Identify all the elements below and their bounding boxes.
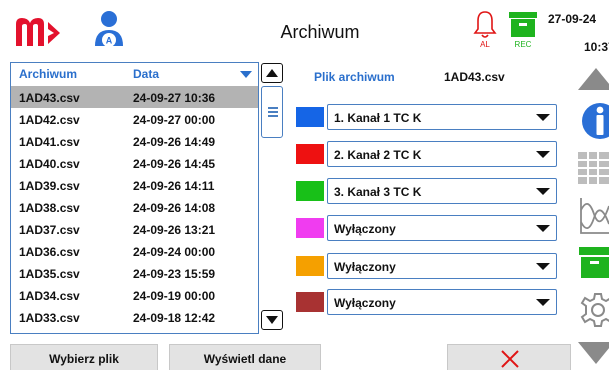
file-name: 1AD38.csv	[19, 201, 80, 215]
file-date: 24-09-27 00:00	[133, 113, 216, 127]
show-data-button[interactable]: Wyświetl dane	[169, 344, 321, 370]
file-name: 1AD43.csv	[19, 91, 80, 105]
page-title: Archiwum	[280, 22, 360, 42]
file-row[interactable]: 1AD37.csv 24-09-26 13:21	[11, 218, 258, 240]
file-date: 24-09-26 13:21	[133, 223, 216, 237]
archive-file-label: Plik archiwum	[314, 70, 395, 84]
scroll-down-icon[interactable]	[578, 342, 609, 364]
file-name: 1AD40.csv	[19, 157, 80, 171]
channel-color-swatch	[296, 292, 324, 312]
channel-select-value: 3. Kanał 3 TC K	[334, 185, 422, 199]
file-date: 24-09-26 14:49	[133, 135, 216, 149]
file-name: 1AD39.csv	[19, 179, 80, 193]
file-name: 1AD35.csv	[19, 267, 80, 281]
scroll-up-button[interactable]	[261, 63, 283, 83]
chevron-down-icon	[536, 299, 550, 306]
scroll-up-icon[interactable]	[578, 68, 609, 90]
channel-color-swatch	[296, 107, 324, 127]
file-name: 1AD36.csv	[19, 245, 80, 259]
file-date: 24-09-26 14:11	[133, 179, 215, 193]
chevron-down-icon	[536, 263, 550, 270]
file-name: 1AD34.csv	[19, 289, 80, 303]
file-date: 24-09-27 10:36	[133, 91, 216, 105]
file-date: 24-09-26 14:08	[133, 201, 216, 215]
channel-select-3[interactable]: 3. Kanał 3 TC K	[327, 178, 557, 204]
chevron-down-icon	[536, 151, 550, 158]
scroll-thumb[interactable]	[261, 86, 283, 138]
file-row[interactable]: 1AD43.csv 24-09-27 10:36	[11, 86, 258, 108]
channel-color-swatch	[296, 181, 324, 201]
channel-select-4[interactable]: Wyłączony	[327, 215, 557, 241]
file-list-scrollbar[interactable]	[260, 62, 284, 334]
file-name: 1AD42.csv	[19, 113, 80, 127]
chevron-down-icon	[536, 188, 550, 195]
file-row[interactable]: 1AD42.csv 24-09-27 00:00	[11, 108, 258, 130]
file-date: 24-09-18 12:42	[133, 311, 216, 325]
settings-icon[interactable]	[578, 290, 609, 330]
file-row[interactable]: 1AD35.csv 24-09-23 15:59	[11, 262, 258, 284]
channel-color-swatch	[296, 144, 324, 164]
arrow-down-icon	[266, 316, 278, 324]
select-file-button[interactable]: Wybierz plik	[10, 344, 158, 370]
brand-logo[interactable]	[14, 14, 62, 48]
file-row[interactable]: 1AD36.csv 24-09-24 00:00	[11, 240, 258, 262]
channel-select-value: 2. Kanał 2 TC K	[334, 148, 422, 162]
file-row[interactable]: 1AD39.csv 24-09-26 14:11	[11, 174, 258, 196]
table-icon[interactable]	[578, 150, 609, 186]
channel-select-value: Wyłączony	[334, 260, 396, 274]
file-name: 1AD37.csv	[19, 223, 80, 237]
channel-select-value: Wyłączony	[334, 296, 396, 310]
archive-icon[interactable]	[578, 244, 609, 280]
rec-label: REC	[514, 40, 532, 49]
header-bar: A Archiwum AL REC 27-09-24 10:37	[0, 0, 609, 58]
bell-icon	[473, 11, 497, 38]
date-readout: 27-09-24	[548, 12, 597, 26]
file-date: 24-09-26 14:45	[133, 157, 216, 171]
alarm-label: AL	[480, 40, 490, 49]
channel-color-swatch	[296, 256, 324, 276]
file-row[interactable]: 1AD41.csv 24-09-26 14:49	[11, 130, 258, 152]
info-icon[interactable]	[578, 102, 609, 140]
column-header-date[interactable]: Data	[133, 67, 159, 81]
channel-select-value: 1. Kanał 1 TC K	[334, 111, 422, 125]
archive-file-list[interactable]: Archiwum Data 1AD43.csv 24-09-27 10:36 1A…	[10, 62, 259, 334]
channel-select-5[interactable]: Wyłączony	[327, 253, 557, 279]
file-row[interactable]: 1AD34.csv 24-09-19 00:00	[11, 284, 258, 306]
user-icon[interactable]: A	[92, 10, 126, 50]
scroll-down-button[interactable]	[261, 310, 283, 330]
close-icon	[501, 350, 519, 368]
chevron-down-icon	[536, 225, 550, 232]
channel-select-1[interactable]: 1. Kanał 1 TC K	[327, 104, 557, 130]
file-row[interactable]: 1AD33.csv 24-09-18 12:42	[11, 306, 258, 328]
arrow-up-icon	[266, 69, 278, 77]
column-header-archive[interactable]: Archiwum	[19, 67, 77, 81]
channel-select-value: Wyłączony	[334, 222, 396, 236]
channel-color-swatch	[296, 218, 324, 238]
file-name: 1AD33.csv	[19, 311, 80, 325]
file-date: 24-09-19 00:00	[133, 289, 216, 303]
channel-select-2[interactable]: 2. Kanał 2 TC K	[327, 141, 557, 167]
chevron-down-icon	[536, 114, 550, 121]
archive-file-value: 1AD43.csv	[444, 70, 505, 84]
file-date: 24-09-23 15:59	[133, 267, 216, 281]
file-row[interactable]: 1AD40.csv 24-09-26 14:45	[11, 152, 258, 174]
file-list-header: Archiwum Data	[11, 63, 258, 85]
sort-desc-icon[interactable]	[240, 71, 252, 78]
time-readout: 10:37	[584, 40, 609, 54]
chart-icon[interactable]	[578, 196, 609, 236]
close-button[interactable]	[447, 344, 571, 370]
recording-indicator[interactable]: REC	[506, 8, 540, 54]
file-date: 24-09-24 00:00	[133, 245, 216, 259]
alarm-indicator[interactable]: AL	[470, 8, 500, 54]
user-level-badge: A	[106, 36, 113, 46]
file-row[interactable]: 1AD38.csv 24-09-26 14:08	[11, 196, 258, 218]
file-name: 1AD41.csv	[19, 135, 80, 149]
recording-box-icon	[509, 12, 537, 37]
channel-select-6[interactable]: Wyłączony	[327, 289, 557, 315]
